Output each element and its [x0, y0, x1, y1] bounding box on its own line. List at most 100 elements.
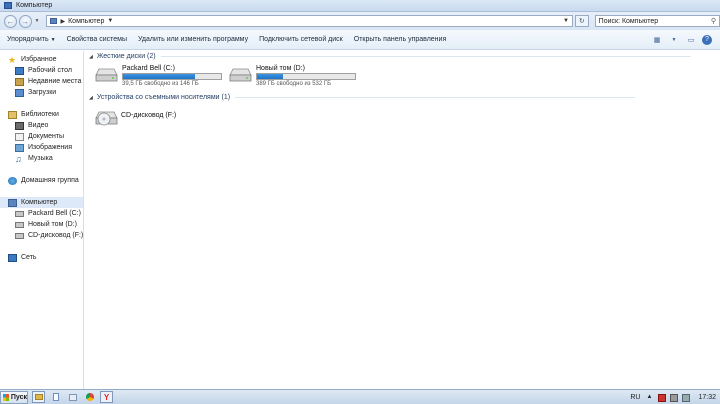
- cd-drive-icon: [95, 111, 118, 126]
- preview-pane-icon[interactable]: ▭: [685, 35, 697, 45]
- drive-usage-fill: [257, 74, 284, 79]
- sidebar-label: Видео: [28, 122, 49, 129]
- sidebar-label: Домашняя группа: [21, 177, 79, 184]
- language-indicator[interactable]: RU: [630, 394, 640, 401]
- navigation-bar: ← → ▼ ▶ Компьютер ▼ ▼ ↻ Поиск: Компьютер…: [0, 12, 720, 30]
- sidebar-item-computer[interactable]: Компьютер: [0, 197, 83, 208]
- network-icon: [8, 253, 17, 262]
- drive-free-space: 39,5 ГБ свободно из 146 ГБ: [122, 81, 199, 87]
- sidebar-label: Новый том (D:): [28, 221, 77, 228]
- forward-button[interactable]: →: [18, 14, 32, 28]
- cd-drive-icon: [15, 232, 24, 239]
- clock[interactable]: 17:32: [698, 394, 716, 401]
- tray-chevron-icon[interactable]: ▲: [646, 394, 654, 402]
- breadcrumb-dropdown-icon[interactable]: ▼: [107, 18, 113, 24]
- group-title: Устройства со съемными носителями (1): [96, 94, 231, 101]
- content-pane: ◢ Жесткие диски (2) Packard Bell (C:) 39…: [85, 51, 720, 389]
- group-divider: [160, 56, 691, 57]
- group-header-hard-drives[interactable]: ◢ Жесткие диски (2): [89, 53, 691, 60]
- collapse-arrow-icon[interactable]: ◢: [89, 54, 93, 60]
- group-title: Жесткие диски (2): [96, 53, 156, 60]
- libraries-icon: [8, 110, 17, 119]
- system-properties-button[interactable]: Свойства системы: [63, 36, 131, 43]
- start-label: Пуск: [10, 393, 27, 401]
- sidebar-item-favorites[interactable]: ★ Избранное: [8, 54, 56, 65]
- sidebar-item-music[interactable]: ♫ Музыка: [15, 153, 53, 164]
- taskbar-app-document[interactable]: [49, 391, 62, 403]
- computer-icon: [4, 2, 12, 9]
- breadcrumb-arrow-icon[interactable]: ▶: [60, 18, 65, 25]
- sidebar-item-desktop[interactable]: Рабочий стол: [15, 65, 72, 76]
- address-bar[interactable]: ▶ Компьютер ▼ ▼: [46, 15, 573, 27]
- drive-item-f[interactable]: CD-дисковод (F:): [93, 107, 176, 131]
- back-button[interactable]: ←: [4, 14, 17, 28]
- sidebar-label: Рабочий стол: [28, 67, 72, 74]
- documents-icon: [15, 132, 24, 141]
- group-header-removable[interactable]: ◢ Устройства со съемными носителями (1): [89, 94, 636, 101]
- drive-item-d[interactable]: Новый том (D:) 389 ГБ свободно из 532 ГБ: [227, 65, 356, 87]
- organize-label: Упорядочить: [7, 36, 49, 43]
- sidebar-item-pictures[interactable]: Изображения: [15, 142, 72, 153]
- view-options-icon[interactable]: ▦: [651, 35, 663, 45]
- sidebar-label: Изображения: [28, 144, 72, 151]
- sidebar-item-drive-f[interactable]: CD-дисковод (F:): [15, 230, 83, 241]
- sidebar-item-libraries[interactable]: Библиотеки: [8, 109, 59, 120]
- help-icon[interactable]: ?: [702, 34, 712, 45]
- downloads-icon: [15, 88, 24, 97]
- network-icon[interactable]: [670, 393, 679, 402]
- open-control-panel-button[interactable]: Открыть панель управления: [350, 36, 451, 43]
- taskbar-app-yandex[interactable]: Y: [100, 391, 113, 403]
- desktop-icon: [15, 66, 24, 75]
- sidebar-label: Документы: [28, 133, 65, 140]
- pictures-icon: [15, 143, 24, 152]
- history-dropdown-icon[interactable]: ▼: [35, 18, 40, 24]
- sidebar-item-drive-d[interactable]: Новый том (D:): [15, 219, 77, 230]
- homegroup-icon: [8, 176, 17, 185]
- drive-name: Packard Bell (C:): [122, 65, 175, 72]
- navigation-pane: ★ Избранное Рабочий стол Недавние места …: [0, 51, 84, 389]
- search-input[interactable]: Поиск: Компьютер ⚲: [594, 15, 720, 27]
- hard-drive-icon: [15, 221, 24, 228]
- sidebar-item-documents[interactable]: Документы: [15, 131, 64, 142]
- taskbar: Пуск Y RU ▲ 17:32: [0, 389, 720, 404]
- recent-places-icon: [15, 77, 24, 86]
- sidebar-item-downloads[interactable]: Загрузки: [15, 87, 56, 98]
- sidebar-item-homegroup[interactable]: Домашняя группа: [8, 175, 79, 186]
- media-player-icon: [68, 393, 77, 401]
- breadcrumb-computer[interactable]: Компьютер: [68, 18, 104, 25]
- sidebar-item-recent[interactable]: Недавние места: [15, 76, 81, 87]
- flag-icon[interactable]: [658, 393, 667, 402]
- taskbar-app-explorer[interactable]: [32, 391, 45, 403]
- sidebar-item-video[interactable]: Видео: [15, 120, 48, 131]
- sidebar-item-drive-c[interactable]: Packard Bell (C:): [15, 208, 81, 219]
- computer-icon: [50, 18, 58, 24]
- taskbar-app-media[interactable]: [66, 391, 79, 403]
- start-button[interactable]: Пуск: [0, 390, 28, 404]
- drive-free-space: 389 ГБ свободно из 532 ГБ: [256, 81, 332, 87]
- taskbar-app-chrome[interactable]: [83, 391, 96, 403]
- hard-drive-icon: [15, 210, 24, 217]
- address-dropdown-icon[interactable]: ▼: [563, 18, 569, 24]
- uninstall-program-button[interactable]: Удалить или изменить программу: [134, 36, 252, 43]
- sidebar-label: Библиотеки: [21, 111, 59, 118]
- volume-icon[interactable]: [682, 393, 691, 402]
- refresh-button[interactable]: ↻: [574, 15, 589, 27]
- window-titlebar[interactable]: Компьютер: [0, 0, 720, 12]
- drive-usage-bar: [256, 73, 356, 80]
- drive-item-c[interactable]: Packard Bell (C:) 39,5 ГБ свободно из 14…: [93, 65, 222, 87]
- sidebar-label: Packard Bell (C:): [28, 210, 81, 217]
- collapse-arrow-icon[interactable]: ◢: [89, 95, 93, 101]
- document-icon: [52, 393, 59, 401]
- search-icon[interactable]: ⚲: [711, 17, 716, 25]
- organize-button[interactable]: Упорядочить ▼: [3, 36, 60, 43]
- sidebar-label: Недавние места: [28, 78, 82, 85]
- sidebar-label: Музыка: [28, 155, 53, 162]
- sidebar-label: Избранное: [21, 56, 57, 63]
- map-network-drive-button[interactable]: Подключить сетевой диск: [255, 36, 347, 43]
- sidebar-item-network[interactable]: Сеть: [8, 252, 37, 263]
- chevron-down-icon[interactable]: ▼: [668, 35, 680, 45]
- hard-drive-icon: [95, 68, 118, 82]
- sidebar-label: Сеть: [21, 254, 37, 261]
- group-divider: [235, 97, 636, 98]
- sidebar-label: Компьютер: [21, 199, 58, 206]
